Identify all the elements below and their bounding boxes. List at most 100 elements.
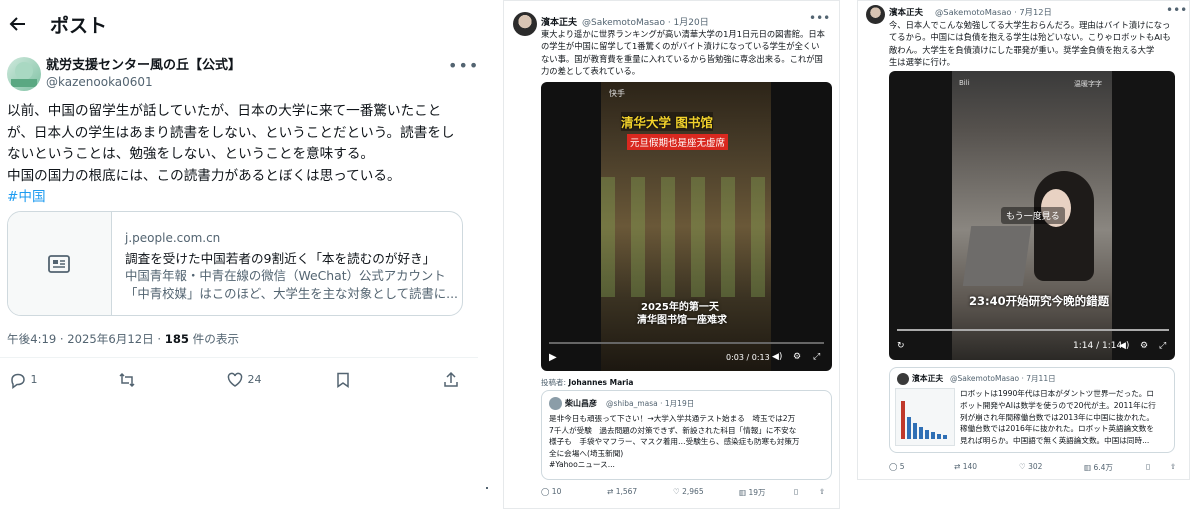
like-count: 24	[247, 373, 262, 386]
quote-tweet[interactable]: 濱本正夫 @SakemotoMasao · 7月11日 ロボットは1990年代は…	[889, 367, 1175, 453]
post-line: 以前、中国の留学生が話していたが、日本の大学に来て一番驚いたこと	[7, 103, 442, 119]
reply-button[interactable]: 1	[9, 369, 38, 391]
post-line: 生は選挙に行け。	[889, 56, 955, 67]
thumb-bar	[931, 432, 935, 439]
quote-line: 列が崩され年間稼働台数では2013年に中国に抜かれた。	[960, 412, 1154, 422]
video-title: 清华大学 图书馆	[621, 112, 713, 131]
author-handle[interactable]: @SakemotoMasao · 7月12日	[935, 6, 1052, 18]
link-card[interactable]: j.people.com.cn 調査を受けた中国若者の9割近く「本を読むのが好き…	[7, 211, 463, 316]
volume-icon[interactable]: ◀)	[1119, 341, 1129, 351]
avatar[interactable]	[513, 12, 537, 36]
quote-body: ロボットは1990年代は日本がダントツ世界一だった。ロ ボット開発やAIは数学を…	[960, 388, 1172, 447]
reply-count: 5	[899, 462, 905, 471]
play-icon[interactable]: ▶	[549, 352, 557, 363]
views-button[interactable]: ▥ 19万	[739, 487, 766, 498]
share-icon[interactable]: ⇧	[819, 487, 825, 496]
settings-icon[interactable]: ⚙	[1140, 341, 1148, 351]
thumb-bar	[937, 434, 941, 439]
repost-button[interactable]: ⇄ 1,567	[607, 487, 637, 496]
video-player[interactable]: Bili 温暖字字 もう一度見る 23:40开始研究今晚的錯题 ↻ 1:14 /…	[889, 71, 1175, 360]
quote-line: 稼働台数では2016年に抜かれた。ロボット英語論文数を	[960, 424, 1154, 434]
settings-icon[interactable]: ⚙	[793, 352, 801, 362]
reply-button[interactable]: ◯ 10	[541, 487, 561, 496]
thumb-bar	[913, 423, 917, 439]
posted-by-name[interactable]: Johannes Maria	[568, 378, 633, 387]
like-button[interactable]: ♡ 302	[1019, 462, 1042, 471]
repost-icon	[118, 369, 136, 391]
reply-button[interactable]: ◯ 5	[889, 462, 905, 471]
post-line: 今、日本人でこんな勉強してる大学生おらんだろ。理由はバイト漬けになっ	[889, 20, 1171, 30]
like-button[interactable]: ♡ 2,965	[673, 487, 704, 496]
posted-by-label: 投稿者:	[541, 378, 569, 387]
views-button[interactable]: ▥ 6.4万	[1084, 462, 1113, 473]
repost-button[interactable]: ⇄ 140	[954, 462, 977, 471]
bookmark-icon[interactable]: ▯	[1146, 462, 1150, 471]
more-icon[interactable]: •••	[448, 56, 479, 75]
post-timestamp[interactable]: 午後4:19 · 2025年6月12日 ·	[7, 332, 165, 346]
card-description: 中国青年報・中青在線の微信（WeChat）公式アカウント 「中青校媒」はこのほど…	[125, 267, 457, 303]
quote-line: 全に会場へ(埼玉新聞)	[549, 448, 624, 458]
bookmark-button[interactable]	[334, 369, 352, 391]
quote-line: 是非今日も頑張って下さい！→大学入学共通テスト始まる 埼玉では2万	[549, 414, 796, 423]
library-lamps	[601, 177, 771, 297]
replay-bubble[interactable]: もう一度見る	[1001, 207, 1065, 224]
quote-author-name: 濱本正夫	[912, 374, 944, 383]
page-title: ポスト	[50, 15, 108, 37]
reply-count: 10	[551, 487, 562, 496]
share-icon[interactable]: ⇧	[1170, 462, 1176, 471]
avatar	[897, 373, 909, 385]
bookmark-icon	[334, 369, 352, 391]
views-icon: ▥	[739, 488, 747, 497]
quote-chart-thumbnail	[895, 388, 955, 446]
video-watermark: 快手	[609, 89, 625, 98]
repost-icon: ⇄	[607, 487, 614, 496]
card-domain: j.people.com.cn	[125, 231, 221, 245]
post-line: てるから。中国には負債を抱える学生は殆どいない。こりゃロボットもAIも	[889, 32, 1171, 43]
news-card-icon	[46, 251, 72, 277]
card-desc-line: 中国青年報・中青在線の微信（WeChat）公式アカウント	[125, 268, 446, 283]
hashtag-link[interactable]: #中国	[7, 187, 463, 209]
quote-line: 7千人が受験 過去問題の対策できず、新設された科目「情報」に不安な	[549, 425, 797, 435]
repost-button[interactable]	[118, 369, 136, 391]
author-name[interactable]: 濱本正夫	[889, 6, 923, 18]
author-handle[interactable]: @SakemotoMasao · 1月20日	[582, 15, 709, 28]
video-caption: 23:40开始研究今晚的錯题	[969, 294, 1110, 308]
avatar[interactable]	[7, 57, 41, 91]
quote-line: 見れば明らか。中国語で無く英語論文数。中国は同時...	[960, 436, 1150, 446]
back-arrow-icon[interactable]	[8, 14, 32, 38]
fullscreen-icon[interactable]: ⤢	[1159, 341, 1166, 351]
more-icon[interactable]: •••	[1166, 3, 1187, 17]
post-body: 東大より遥かに世界ランキングが高い清華大学の1月1日元日の図書館。日本 の学生が…	[541, 28, 833, 77]
author-name[interactable]: 就労支援センター風の丘【公式】	[46, 57, 241, 74]
thumb-bar	[907, 417, 911, 439]
quote-author-handle: @shiba_masa · 1月19日	[606, 399, 695, 408]
author-handle[interactable]: @kazenooka0601	[46, 75, 153, 90]
video-progress-bar[interactable]	[897, 329, 1169, 331]
quote-body: 是非今日も頑張って下さい！→大学入学共通テスト始まる 埼玉では2万 7千人が受験…	[549, 413, 831, 471]
post-line: の学生が中国に留学して1番驚くのがバイト漬けになっている学生が全くい	[541, 41, 820, 52]
like-button[interactable]: 24	[226, 369, 262, 391]
video-time: 0:03 / 0:13	[726, 353, 770, 362]
like-count: 302	[1028, 462, 1043, 471]
replay-icon[interactable]: ↻	[897, 341, 905, 351]
author-name[interactable]: 濱本正夫	[541, 15, 577, 28]
repost-count: 140	[962, 462, 978, 471]
view-count: 185	[164, 332, 189, 346]
post-meta: 午後4:19 · 2025年6月12日 · 185 件の表示	[7, 331, 239, 347]
quote-tweet[interactable]: 柴山昌彦 @shiba_masa · 1月19日 是非今日も頑張って下さい！→大…	[541, 390, 832, 480]
avatar[interactable]	[866, 5, 885, 24]
embedded-post-2: 濱本正夫 @SakemotoMasao · 7月12日 ••• 今、日本人でこん…	[857, 0, 1190, 480]
like-icon: ♡	[673, 487, 680, 496]
more-icon[interactable]: •••	[809, 11, 830, 25]
quote-line: ロボットは1990年代は日本がダントツ世界一だった。ロ	[960, 389, 1154, 398]
video-time: 1:14 / 1:14	[1073, 341, 1123, 351]
video-subtitle: 元旦假期也是座无虚席	[627, 134, 729, 150]
video-progress-bar[interactable]	[549, 342, 824, 344]
video-player[interactable]: 快手 清华大学 图书馆 元旦假期也是座无虚席 2025年的第一天 清华图书馆一座…	[541, 82, 832, 371]
video-laptop	[962, 226, 1032, 286]
bookmark-icon[interactable]: ▯	[794, 487, 798, 496]
fullscreen-icon[interactable]: ⤢	[813, 352, 820, 362]
volume-icon[interactable]: ◀)	[772, 352, 782, 362]
share-button[interactable]	[442, 369, 460, 391]
quote-line: #Yahooニュース...	[549, 460, 615, 469]
